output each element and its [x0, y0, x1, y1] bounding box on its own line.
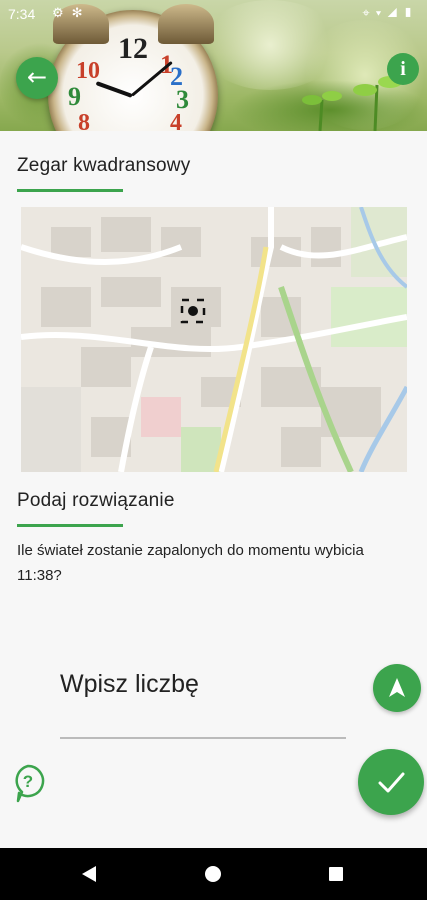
- clock-number-12: 12: [118, 32, 148, 65]
- clock-number-9: 9: [68, 82, 81, 111]
- answer-input[interactable]: [60, 660, 346, 708]
- status-bar: 7:34 ⚙✻ ⌖▾◢▮: [0, 0, 427, 28]
- gear-icon: ⚙: [52, 5, 72, 20]
- signal-icon: ◢: [387, 5, 404, 20]
- notification-icon: ✻: [71, 5, 91, 20]
- status-time: 7:34: [8, 6, 36, 22]
- puzzle-title-underline: [17, 189, 123, 192]
- help-button[interactable]: ?: [10, 763, 46, 803]
- solution-title-underline: [17, 524, 123, 527]
- home-circle-icon[interactable]: [205, 866, 221, 882]
- answer-input-underline: [60, 737, 346, 739]
- info-button[interactable]: i: [387, 53, 419, 85]
- svg-text:?: ?: [23, 772, 33, 791]
- navigation-arrow-icon: [389, 678, 405, 697]
- clock-number-8: 8: [78, 110, 90, 131]
- back-triangle-icon[interactable]: [82, 866, 96, 882]
- back-button[interactable]: ←: [16, 57, 58, 99]
- submit-answer-button[interactable]: [358, 749, 424, 815]
- wifi-icon: ▾: [375, 5, 388, 20]
- info-icon: i: [400, 58, 406, 80]
- clock-number-4: 4: [170, 110, 182, 131]
- system-navigation-bar: [0, 848, 427, 900]
- navigate-button[interactable]: [373, 664, 421, 712]
- alarm-clock-image: 12 1 2 3 4 8 9 10: [48, 4, 218, 131]
- clock-hour-hand: [95, 81, 133, 98]
- location-icon: ⌖: [362, 5, 376, 20]
- check-icon: [378, 772, 405, 793]
- question-text: Ile świateł zostanie zapalonych do momen…: [17, 542, 364, 584]
- recents-square-icon[interactable]: [329, 867, 343, 881]
- map-view[interactable]: [21, 207, 407, 472]
- battery-icon: ▮: [403, 5, 419, 20]
- solution-title: Podaj rozwiązanie: [17, 490, 175, 511]
- header-image: 12 1 2 3 4 8 9 10 7:34 ⚙✻ ⌖▾◢▮: [0, 0, 427, 131]
- arrow-left-icon: ←: [26, 63, 48, 91]
- puzzle-title: Zegar kwadransowy: [17, 155, 191, 176]
- question-bubble-icon: ?: [15, 764, 45, 803]
